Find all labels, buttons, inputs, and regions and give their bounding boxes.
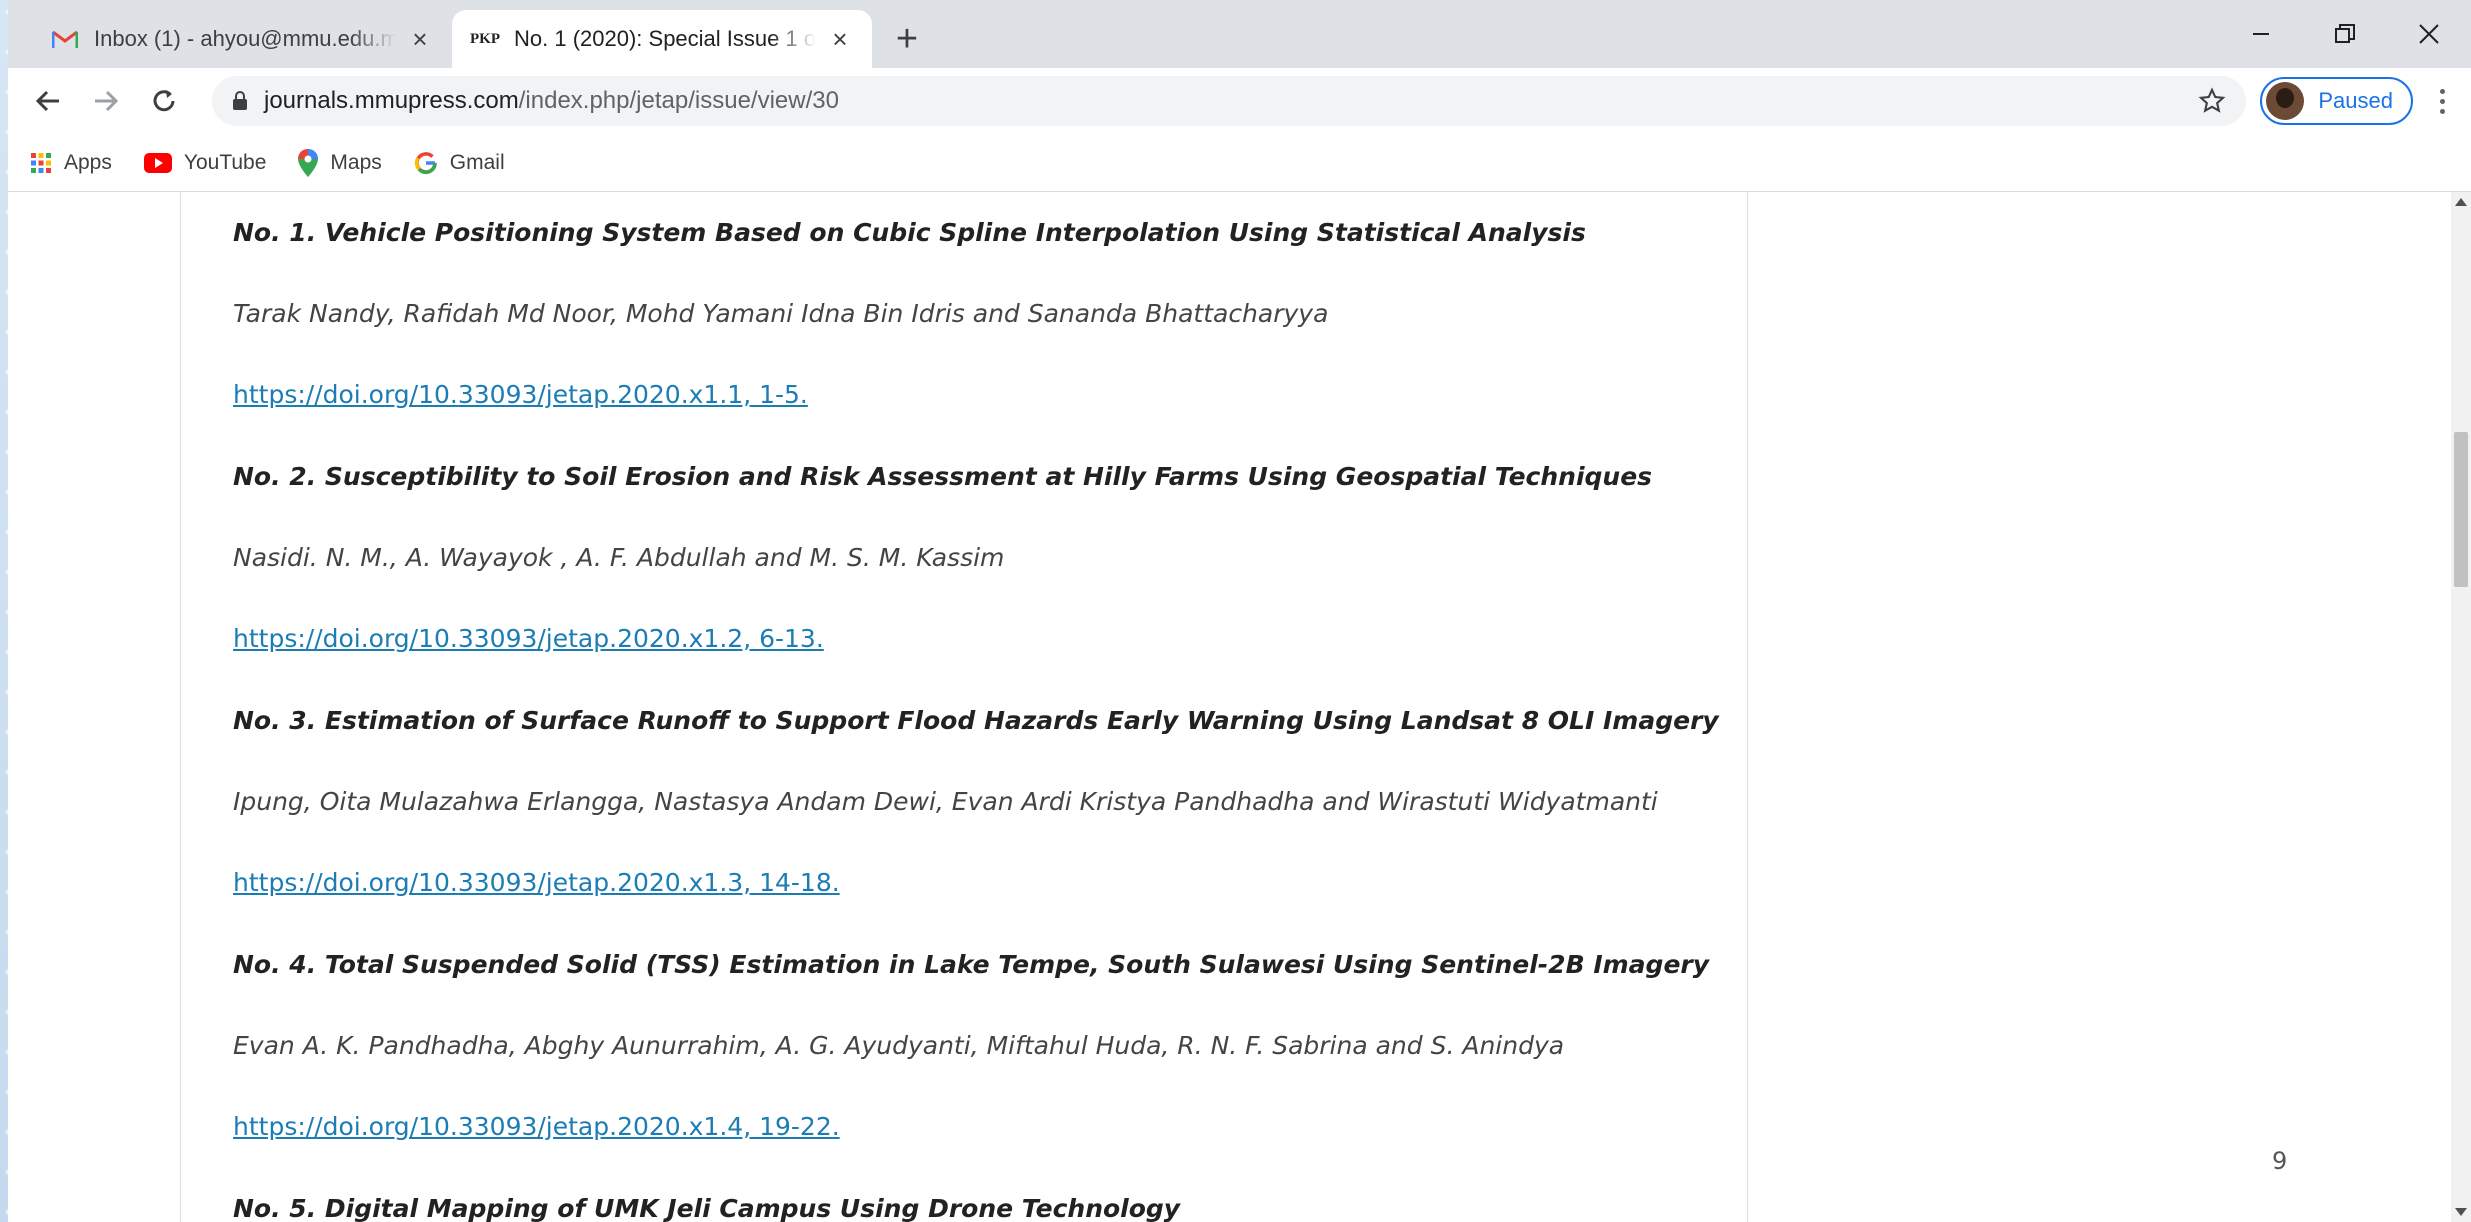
- scrollbar-thumb[interactable]: [2454, 432, 2468, 587]
- article-item: No. 5. Digital Mapping of UMK Jeli Campu…: [233, 1190, 1733, 1222]
- article-title[interactable]: No. 4. Total Suspended Solid (TSS) Estim…: [233, 946, 1733, 1027]
- vertical-scrollbar[interactable]: [2451, 192, 2471, 1222]
- bookmark-label: Maps: [330, 150, 382, 174]
- reload-button[interactable]: [138, 75, 190, 127]
- article-list: No. 1. Vehicle Positioning System Based …: [233, 214, 1733, 1222]
- main-content-column: No. 1. Vehicle Positioning System Based …: [180, 192, 1748, 1222]
- arrow-right-icon: [95, 90, 119, 112]
- scroll-up-arrow-icon[interactable]: [2455, 198, 2467, 206]
- bookmark-apps[interactable]: Apps: [30, 151, 112, 175]
- back-button[interactable]: [22, 75, 74, 127]
- article-authors: Evan A. K. Pandhadha, Abghy Aunurrahim, …: [233, 1031, 1565, 1060]
- tab-journal-issue[interactable]: PKP No. 1 (2020): Special Issue 1 on Rem…: [452, 10, 872, 68]
- bookmark-label: Gmail: [449, 150, 505, 174]
- browser-toolbar: journals.mmupress.com/index.php/jetap/is…: [8, 68, 2471, 134]
- profile-status: Paused: [2318, 88, 2393, 113]
- article-title[interactable]: No. 1. Vehicle Positioning System Based …: [233, 214, 1733, 295]
- url-host: journals.mmupress.com: [264, 87, 519, 114]
- page-viewport: No. 1. Vehicle Positioning System Based …: [8, 192, 2471, 1222]
- arrow-left-icon: [35, 90, 59, 112]
- bookmark-gmail[interactable]: Gmail: [414, 151, 505, 175]
- article-title[interactable]: No. 3. Estimation of Surface Runoff to S…: [233, 702, 1733, 783]
- scroll-down-arrow-icon[interactable]: [2455, 1208, 2467, 1216]
- avatar: [2266, 82, 2305, 120]
- article-authors: Nasidi. N. M., A. Wayayok , A. F. Abdull…: [233, 543, 1005, 572]
- doi-link[interactable]: https://doi.org/10.33093/jetap.2020.x1.1…: [233, 376, 1733, 458]
- close-window-button[interactable]: [2387, 0, 2471, 68]
- forward-button[interactable]: [80, 75, 132, 127]
- more-menu-icon[interactable]: [2427, 88, 2457, 114]
- bookmark-youtube[interactable]: YouTube: [143, 150, 267, 175]
- doi-link[interactable]: https://doi.org/10.33093/jetap.2020.x1.3…: [233, 864, 1733, 946]
- maps-pin-icon: [298, 148, 319, 177]
- close-tab-icon[interactable]: ×: [826, 25, 854, 53]
- tab-title: No. 1 (2020): Special Issue 1 on Remote …: [514, 26, 816, 51]
- article-authors: Ipung, Oita Mulazahwa Erlangga, Nastasya…: [233, 787, 1658, 816]
- tab-strip: Inbox (1) - ahyou@mmu.edu.my × PKP No. 1…: [8, 0, 2471, 68]
- bookmark-maps[interactable]: Maps: [298, 148, 382, 177]
- lock-icon[interactable]: [232, 91, 248, 111]
- article-item: No. 2. Susceptibility to Soil Erosion an…: [233, 458, 1733, 702]
- doi-link[interactable]: https://doi.org/10.33093/jetap.2020.x1.2…: [233, 620, 1733, 702]
- article-title[interactable]: No. 2. Susceptibility to Soil Erosion an…: [233, 458, 1733, 539]
- article-item: No. 3. Estimation of Surface Runoff to S…: [233, 702, 1733, 946]
- article-item: No. 1. Vehicle Positioning System Based …: [233, 214, 1733, 458]
- close-tab-icon[interactable]: ×: [406, 25, 434, 53]
- tab-title: Inbox (1) - ahyou@mmu.edu.my: [94, 26, 396, 51]
- google-g-icon: [414, 151, 438, 175]
- reload-icon: [153, 90, 175, 112]
- article-title[interactable]: No. 5. Digital Mapping of UMK Jeli Campu…: [233, 1190, 1733, 1222]
- window-controls: [2219, 0, 2471, 68]
- gmail-icon: [50, 24, 80, 54]
- article-authors: Tarak Nandy, Rafidah Md Noor, Mohd Yaman…: [233, 299, 1329, 328]
- bookmarks-bar: Apps YouTube Maps Gmail: [8, 134, 2471, 192]
- bookmark-label: Apps: [64, 150, 112, 174]
- browser-window: Inbox (1) - ahyou@mmu.edu.my × PKP No. 1…: [8, 0, 2471, 1222]
- minimize-button[interactable]: [2219, 0, 2303, 68]
- page-number: 9: [2272, 1147, 2288, 1175]
- address-bar[interactable]: journals.mmupress.com/index.php/jetap/is…: [212, 76, 2247, 126]
- article-item: No. 4. Total Suspended Solid (TSS) Estim…: [233, 946, 1733, 1190]
- bookmark-label: YouTube: [183, 150, 267, 174]
- apps-grid-icon: [30, 152, 52, 174]
- restore-button[interactable]: [2303, 0, 2387, 68]
- tab-gmail-inbox[interactable]: Inbox (1) - ahyou@mmu.edu.my ×: [32, 10, 452, 68]
- bookmark-star-icon[interactable]: [2198, 87, 2226, 115]
- profile-button[interactable]: Paused: [2260, 77, 2413, 125]
- doi-link[interactable]: https://doi.org/10.33093/jetap.2020.x1.4…: [233, 1108, 1733, 1190]
- new-tab-button[interactable]: +: [882, 10, 932, 68]
- url-path: /index.php/jetap/issue/view/30: [518, 87, 839, 114]
- pkp-icon: PKP: [470, 30, 500, 47]
- youtube-icon: [143, 152, 172, 173]
